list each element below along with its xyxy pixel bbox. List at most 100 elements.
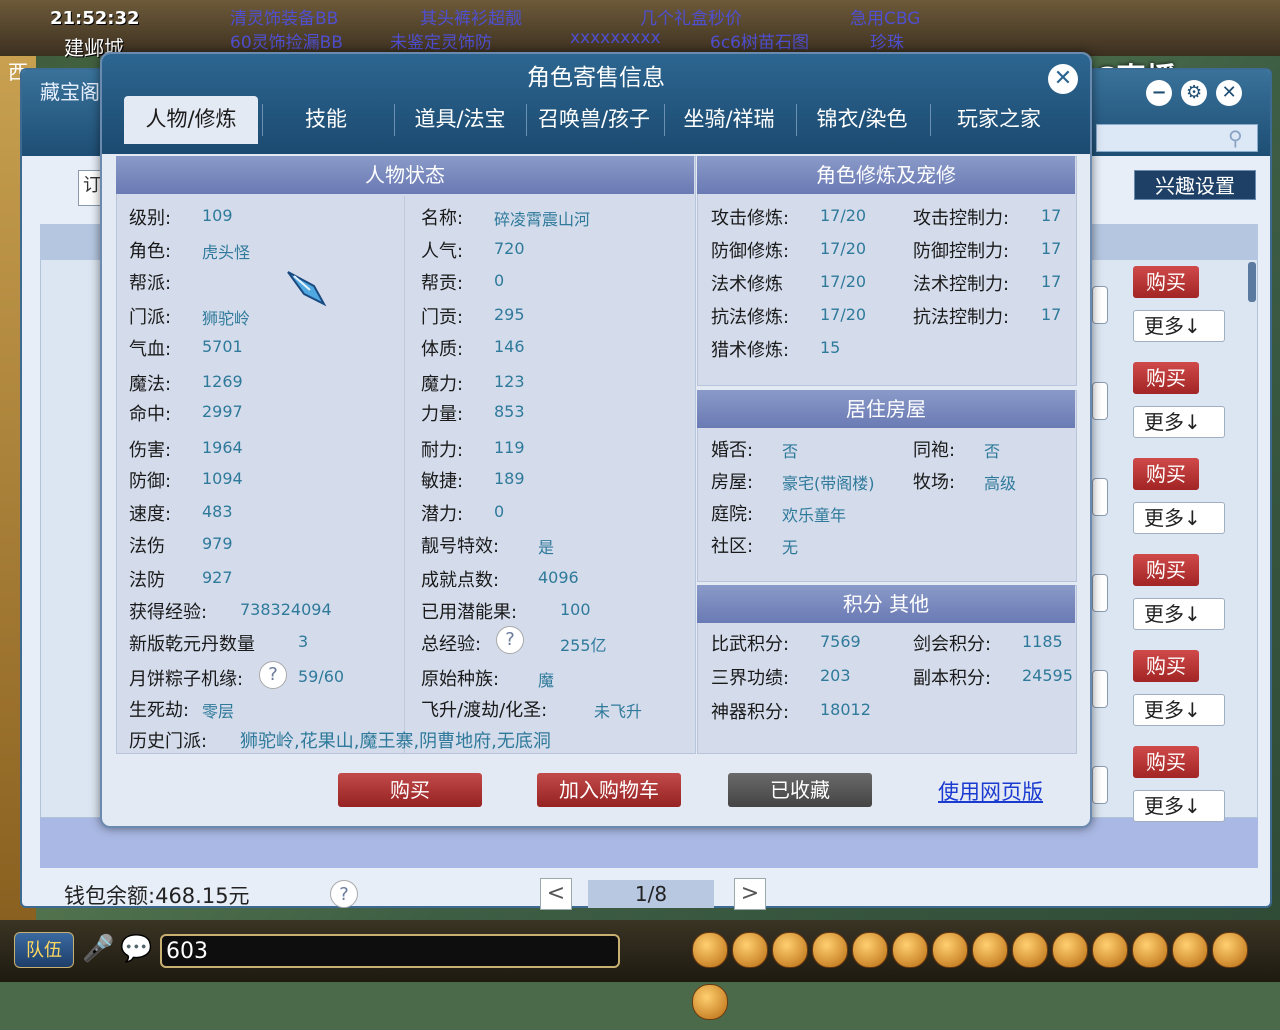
toolbar-item-icon[interactable] [932,932,968,968]
news-item[interactable]: 急用CBG [850,4,920,29]
info-label: 神器积分: [711,702,790,723]
buy-button[interactable]: 购买 [338,773,482,807]
search-icon[interactable]: ⚲ [1228,126,1243,150]
wallet-balance: 钱包余额:468.15元 [64,880,250,910]
favorited-button[interactable]: 已收藏 [728,773,872,807]
info-value: 无 [782,538,799,557]
tab-4[interactable]: 召唤兽/孩子 [526,96,662,144]
listing-scrollbar[interactable] [1248,262,1256,302]
tab-separator [930,104,931,136]
use-web-version-link[interactable]: 使用网页版 [938,776,1043,806]
stat-value: 零层 [202,702,235,721]
wallet-value: 468.15元 [155,884,250,908]
info-label: 婚否: [711,440,754,461]
minimize-button[interactable]: − [1146,80,1172,106]
row-item-icon[interactable] [1092,670,1108,708]
news-item[interactable]: 6c6树苗石图 [710,28,809,52]
stat-value: 3 [298,632,309,651]
window-close-button[interactable]: ✕ [1216,80,1243,106]
news-item[interactable]: 未鉴定灵饰防 [390,28,492,52]
row-more-button[interactable]: 更多↓ [1133,790,1225,822]
row-more-button[interactable]: 更多↓ [1133,694,1225,726]
row-more-button[interactable]: 更多↓ [1133,310,1225,342]
toolbar-item-icon[interactable] [892,932,928,968]
info-label: 猎术修炼: [711,340,790,361]
chat-bubble-icon[interactable]: 💬 [120,934,152,964]
news-item[interactable]: 清灵饰装备BB [230,4,338,29]
modal-close-icon[interactable]: ✕ [1048,64,1078,94]
settings-gear-icon[interactable]: ⚙ [1181,80,1208,106]
next-page-button[interactable]: > [734,878,766,910]
row-buy-button[interactable]: 购买 [1133,266,1199,298]
info-label: 同袍: [913,440,956,461]
left-tab[interactable]: 订 [78,170,102,206]
toolbar-item-icon[interactable] [852,932,888,968]
stat-value: 1269 [202,372,243,391]
toolbar-item-icon[interactable] [1012,932,1048,968]
news-item[interactable]: xxxxxxxxx [570,28,661,48]
stat-label: 名称: [421,208,464,229]
stat-value: 59/60 [298,667,345,686]
row-item-icon[interactable] [1092,574,1108,612]
toolbar-item-icon[interactable] [1092,932,1128,968]
add-to-cart-button[interactable]: 加入购物车 [537,773,681,807]
toolbar-item-icon[interactable] [972,932,1008,968]
row-buy-button[interactable]: 购买 [1133,650,1199,682]
row-item-icon[interactable] [1092,286,1108,324]
news-item[interactable]: 其头裤衫超靓 [420,4,522,29]
row-buy-button[interactable]: 购买 [1133,746,1199,778]
row-more-button[interactable]: 更多↓ [1133,598,1225,630]
stat-value: 1964 [202,438,243,457]
stat-label: 体质: [421,339,464,360]
toolbar-item-icon[interactable] [1172,932,1208,968]
news-item[interactable]: 珍珠 [870,28,904,52]
toolbar-item-icon[interactable] [1212,932,1248,968]
toolbar-item-icon[interactable] [692,932,728,968]
toolbar-item-icon[interactable] [732,932,768,968]
tab-6[interactable]: 锦衣/染色 [796,96,928,144]
tab-2[interactable]: 技能 [262,96,390,144]
page-indicator: 1/8 [588,880,714,908]
row-item-icon[interactable] [1092,766,1108,804]
tab-3[interactable]: 道具/法宝 [394,96,526,144]
team-button[interactable]: 队伍 [14,932,74,968]
total-exp-help-icon[interactable]: ? [496,626,524,654]
stat-label: 速度: [129,504,172,525]
row-item-icon[interactable] [1092,382,1108,420]
news-item[interactable]: 几个礼盒秒价 [640,4,742,29]
info-label: 剑会积分: [913,634,992,655]
row-more-button[interactable]: 更多↓ [1133,502,1225,534]
tab-7[interactable]: 玩家之家 [930,96,1068,144]
toolbar-item-icon[interactable] [1052,932,1088,968]
tab-separator [796,104,797,136]
stat-label: 总经验: [421,634,482,655]
toolbar-item-icon[interactable] [692,984,728,1020]
interest-settings-button[interactable]: 兴趣设置 [1134,170,1256,200]
info-label: 抗法控制力: [913,307,1010,328]
wallet-help-icon[interactable]: ? [330,880,358,908]
prev-page-button[interactable]: < [540,878,572,910]
stat-label: 原始种族: [421,669,500,690]
toolbar-item-icon[interactable] [772,932,808,968]
row-buy-button[interactable]: 购买 [1133,362,1199,394]
info-value: 15 [820,338,841,357]
tab-5[interactable]: 坐骑/祥瑞 [664,96,794,144]
row-buy-button[interactable]: 购买 [1133,458,1199,490]
microphone-icon[interactable]: 🎤 [82,934,114,964]
tab-1[interactable]: 人物/修炼 [124,96,258,144]
treasure-window-controls: − ⚙ ✕ [1142,80,1243,106]
info-label: 法术控制力: [913,274,1010,295]
stat-value: 979 [202,534,233,553]
mooncake-help-icon[interactable]: ? [259,661,287,689]
row-item-icon[interactable] [1092,478,1108,516]
stat-label: 气血: [129,339,172,360]
news-item[interactable]: 60灵饰捡漏BB [230,28,343,52]
info-value: 17 [1041,305,1062,324]
chat-input[interactable] [160,934,620,968]
stat-label: 耐力: [421,440,464,461]
row-more-button[interactable]: 更多↓ [1133,406,1225,438]
stat-label: 伤害: [129,440,172,461]
toolbar-item-icon[interactable] [812,932,848,968]
row-buy-button[interactable]: 购买 [1133,554,1199,586]
toolbar-item-icon[interactable] [1132,932,1168,968]
